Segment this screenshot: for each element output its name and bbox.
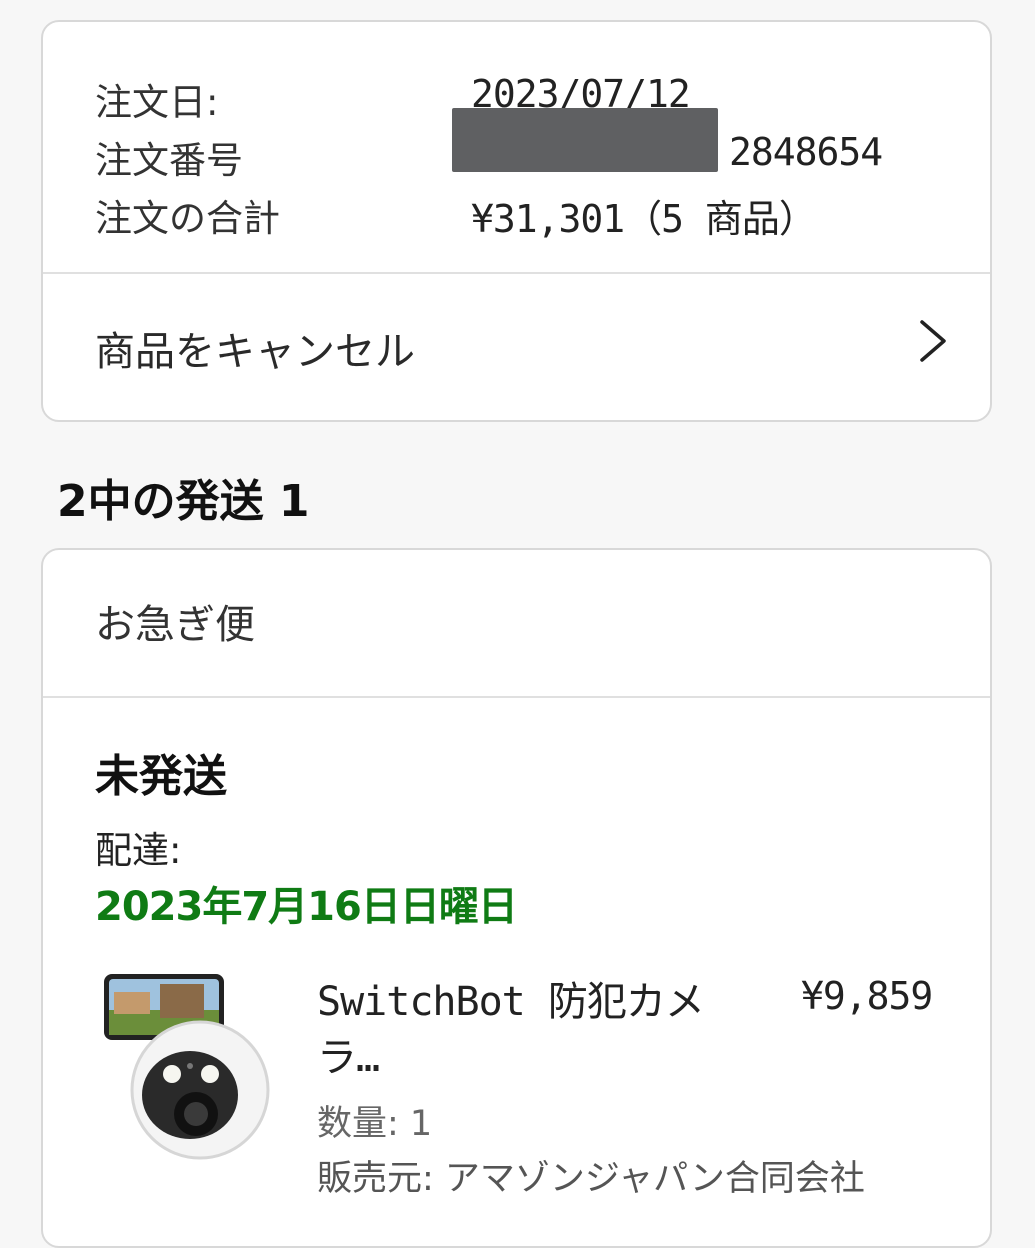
order-total-value: ¥31,301（5 商品）	[471, 197, 817, 241]
order-summary-card: 注文日: 2023/07/12 注文番号 2848654 注文の合計 ¥31,3…	[41, 20, 992, 422]
cancel-items-button[interactable]: 商品をキャンセル	[43, 274, 990, 422]
cancel-items-label: 商品をキャンセル	[95, 329, 415, 375]
chevron-right-icon	[920, 320, 946, 362]
shipment-card: お急ぎ便 未発送 配達: 2023年7月16日日曜日 SwitchBot 防犯カ…	[41, 548, 992, 1248]
delivery-date: 2023年7月16日日曜日	[95, 884, 518, 930]
divider	[43, 696, 990, 698]
item-title-link[interactable]: SwitchBot 防犯カメラ…	[317, 974, 737, 1086]
order-number-label: 注文番号	[95, 139, 243, 182]
redaction-block	[452, 108, 718, 172]
security-camera-product-image[interactable]	[100, 970, 276, 1170]
delivery-label: 配達:	[95, 829, 182, 872]
item-quantity: 数量: 1	[317, 1104, 433, 1144]
item-seller: 販売元: アマゾンジャパン合同会社	[317, 1159, 865, 1199]
shipping-speed: お急ぎ便	[95, 602, 255, 648]
order-date-label: 注文日:	[95, 81, 219, 124]
shipment-heading: 2中の発送 1	[57, 476, 310, 527]
order-total-label: 注文の合計	[95, 197, 280, 240]
order-number-value: 2848654	[729, 130, 883, 174]
item-price: ¥9,859	[801, 974, 933, 1018]
shipment-status: 未発送	[95, 751, 227, 802]
